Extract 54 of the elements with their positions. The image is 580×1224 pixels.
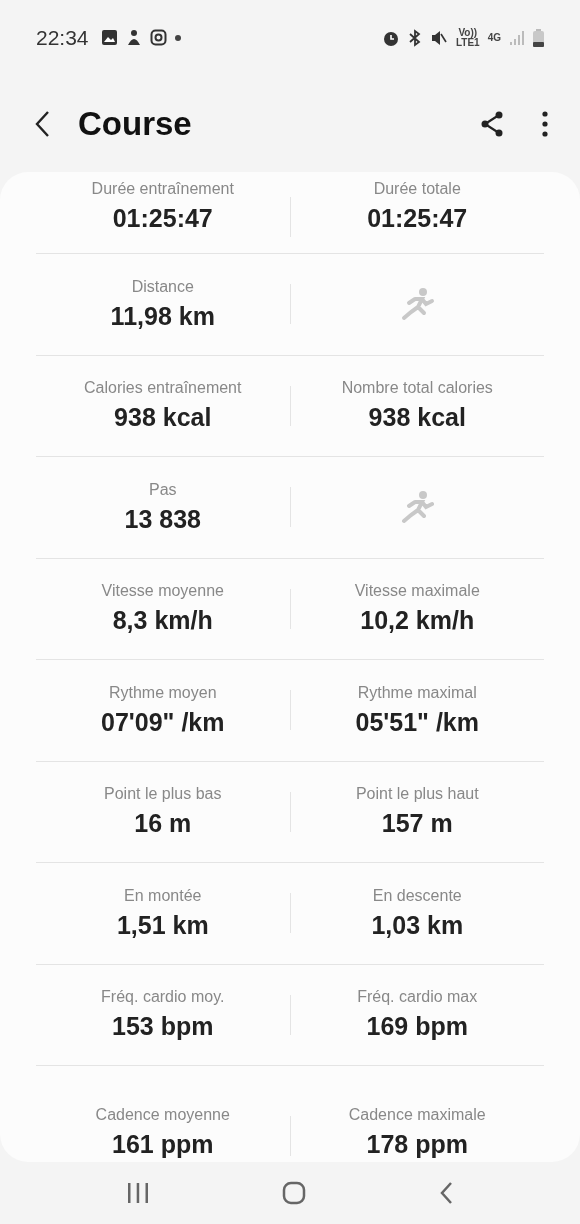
camera-icon bbox=[149, 29, 167, 46]
muted-speaker-icon bbox=[429, 28, 448, 47]
bluetooth-icon bbox=[407, 28, 422, 47]
stat-label: Nombre total calories bbox=[341, 379, 493, 398]
more-options-icon bbox=[542, 110, 548, 137]
stat-label: Cadence maximale bbox=[348, 1106, 486, 1124]
stat-label: Fréq. cardio max bbox=[357, 988, 478, 1007]
stat-value: 8,3 km/h bbox=[112, 606, 213, 636]
stat-value: 01:25:47 bbox=[367, 204, 468, 233]
stat-label: Vitesse moyenne bbox=[101, 582, 224, 601]
stat-value: 169 bpm bbox=[366, 1012, 468, 1042]
stat-value: 178 ppm bbox=[366, 1130, 468, 1159]
page-title: Course bbox=[78, 104, 193, 143]
stat-label: Durée entraînement bbox=[91, 180, 234, 198]
stat-label: Point le plus bas bbox=[104, 785, 222, 804]
status-time: 22:34 bbox=[36, 25, 89, 50]
stat-value: 11,98 km bbox=[110, 301, 215, 331]
stat-label: Cadence moyenne bbox=[95, 1106, 230, 1124]
share-icon bbox=[480, 110, 504, 137]
network-label: Vo)) LTE1 bbox=[455, 27, 480, 48]
stat-value: 1,03 km bbox=[371, 910, 464, 940]
back-chevron-icon bbox=[439, 1181, 454, 1205]
stat-value: 01:25:47 bbox=[112, 204, 213, 233]
stat-value: 938 kcal bbox=[114, 403, 212, 433]
battery-icon bbox=[533, 28, 544, 47]
stat-label: Durée totale bbox=[373, 180, 461, 198]
stat-value: 13 838 bbox=[124, 504, 201, 534]
stat-label: Fréq. cardio moy. bbox=[101, 988, 225, 1007]
stat-label: Vitesse maximale bbox=[354, 582, 480, 601]
stat-label: Distance bbox=[131, 277, 194, 296]
stat-label: En montée bbox=[124, 886, 202, 905]
back-chevron-icon bbox=[34, 109, 50, 138]
stat-label: En descente bbox=[372, 886, 462, 905]
home-icon bbox=[282, 1181, 306, 1205]
dot-icon bbox=[174, 34, 181, 41]
stat-value: 153 bpm bbox=[112, 1012, 214, 1042]
stat-label: Point le plus haut bbox=[355, 785, 479, 804]
figure-icon bbox=[125, 28, 142, 47]
stat-value: 938 kcal bbox=[368, 403, 466, 433]
stat-label: Calories entraînement bbox=[84, 379, 242, 398]
stat-value: 05'51" /km bbox=[355, 707, 479, 737]
stat-value: 161 ppm bbox=[112, 1130, 214, 1159]
signal-icon bbox=[509, 29, 525, 46]
image-icon bbox=[100, 29, 118, 46]
stat-label: Rythme maximal bbox=[357, 683, 477, 702]
recent-apps-icon bbox=[126, 1183, 149, 1203]
stat-label: Rythme moyen bbox=[108, 683, 217, 702]
stat-label: Pas bbox=[148, 480, 177, 499]
stat-value: 157 m bbox=[381, 809, 453, 839]
stat-value: 1,51 km bbox=[116, 910, 209, 940]
stat-value: 07'09" /km bbox=[101, 707, 225, 737]
stat-value: 16 m bbox=[134, 809, 192, 839]
data-label: 4G bbox=[487, 32, 501, 43]
stat-value: 10,2 km/h bbox=[360, 606, 475, 636]
